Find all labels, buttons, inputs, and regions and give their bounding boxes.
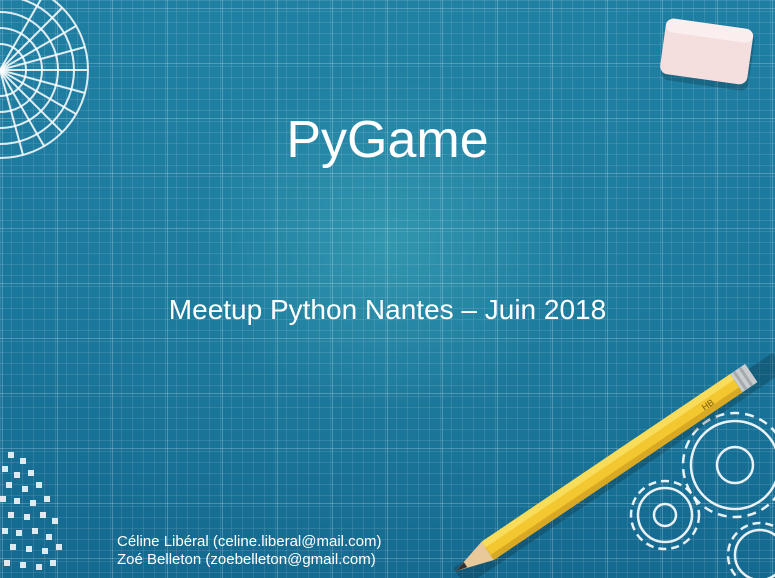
pencil-icon: HB bbox=[453, 352, 775, 578]
author-line: Céline Libéral (celine.liberal@mail.com) bbox=[117, 533, 382, 550]
authors-block: Céline Libéral (celine.liberal@mail.com)… bbox=[117, 533, 382, 569]
slide: HB PyGame Meetup Python Nantes – Juin 20… bbox=[0, 0, 775, 578]
author-line: Zoé Belleton (zoebelleton@gmail.com) bbox=[117, 551, 376, 568]
mosaic-icon bbox=[0, 452, 62, 570]
slide-subtitle: Meetup Python Nantes – Juin 2018 bbox=[168, 294, 607, 325]
eraser-icon bbox=[660, 18, 755, 91]
slide-title: PyGame bbox=[286, 111, 489, 169]
